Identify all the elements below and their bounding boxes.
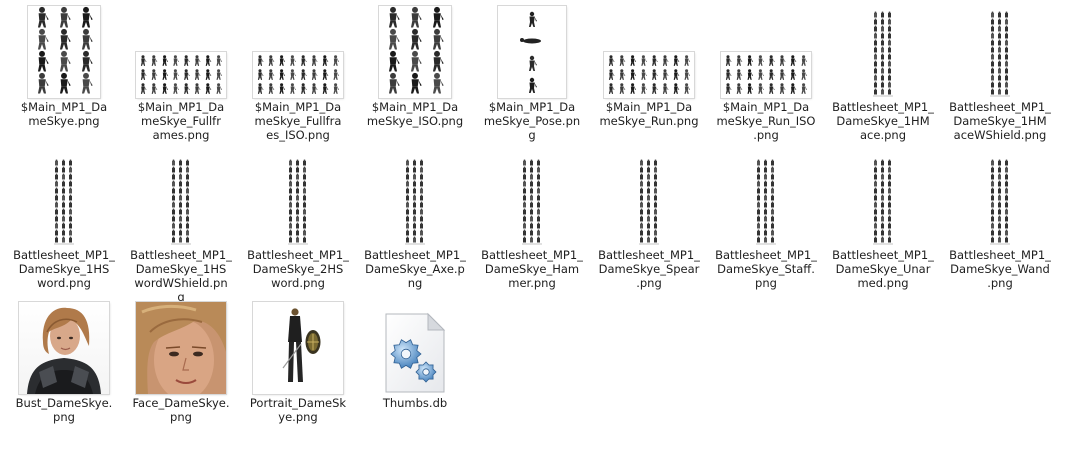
file-name-label: Battlesheet_MP1_ DameSkye_Axe.p ng	[364, 248, 466, 290]
sprite-grid-wide-thumbnail	[253, 52, 343, 98]
file-item[interactable]: Battlesheet_MP1_ DameSkye_1HM aceWShield…	[944, 6, 1056, 156]
battlesheet-thumbnail	[286, 158, 310, 246]
file-list-view[interactable]: $Main_MP1_Da meSkye.png $Main_MP1_Da meSk…	[8, 6, 1064, 446]
file-name-label: $Main_MP1_Da meSkye_Fullfr ames.png	[137, 100, 225, 142]
file-name-label: Battlesheet_MP1_ DameSkye_2HS word.png	[247, 248, 349, 290]
sprite-grid-large-thumbnail	[379, 6, 451, 98]
file-name-label: Battlesheet_MP1_ DameSkye_1HS wordWShiel…	[130, 248, 232, 304]
sprite-grid-wide-thumbnail	[136, 52, 226, 98]
file-item[interactable]: Battlesheet_MP1_ DameSkye_2HS word.png	[242, 154, 354, 304]
bust-thumbnail	[19, 302, 109, 394]
file-name-label: Portrait_DameSk ye.png	[249, 396, 347, 424]
battlesheet-thumbnail	[52, 158, 76, 246]
file-name-label: Battlesheet_MP1_ DameSkye_1HM ace.png	[832, 100, 934, 142]
battlesheet-thumbnail	[871, 10, 895, 98]
file-name-label: $Main_MP1_Da meSkye_ISO.png	[366, 100, 464, 128]
file-name-label: $Main_MP1_Da meSkye_Fullfra es_ISO.png	[254, 100, 342, 142]
file-item[interactable]: Battlesheet_MP1_ DameSkye_1HS word.png	[8, 154, 120, 304]
battlesheet-thumbnail	[520, 158, 544, 246]
file-item[interactable]: Battlesheet_MP1_ DameSkye_Axe.p ng	[359, 154, 471, 304]
file-item[interactable]: Battlesheet_MP1_ DameSkye_Staff. png	[710, 154, 822, 304]
file-item[interactable]: $Main_MP1_Da meSkye_Pose.pn g	[476, 6, 588, 156]
file-item[interactable]: $Main_MP1_Da meSkye_Run.png	[593, 6, 705, 156]
sprite-grid-wide-thumbnail	[604, 52, 694, 98]
file-item[interactable]: Battlesheet_MP1_ DameSkye_1HM ace.png	[827, 6, 939, 156]
file-name-label: $Main_MP1_Da meSkye_Pose.pn g	[483, 100, 581, 142]
file-name-label: Battlesheet_MP1_ DameSkye_Staff. png	[715, 248, 817, 290]
file-name-label: Bust_DameSkye. png	[15, 396, 113, 424]
file-name-label: Battlesheet_MP1_ DameSkye_Spear .png	[598, 248, 700, 290]
battlesheet-thumbnail	[403, 158, 427, 246]
file-item[interactable]: Battlesheet_MP1_ DameSkye_Ham mer.png	[476, 154, 588, 304]
file-item[interactable]: Battlesheet_MP1_ DameSkye_1HS wordWShiel…	[125, 154, 237, 304]
file-name-label: Thumbs.db	[382, 396, 448, 410]
file-item[interactable]: Battlesheet_MP1_ DameSkye_Unar med.png	[827, 154, 939, 304]
file-item[interactable]: $Main_MP1_Da meSkye_ISO.png	[359, 6, 471, 156]
file-item[interactable]: Portrait_DameSk ye.png	[242, 302, 354, 452]
battlesheet-thumbnail	[988, 10, 1012, 98]
sprite-grid-wide-thumbnail	[721, 52, 811, 98]
battlesheet-thumbnail	[637, 158, 661, 246]
sprite-grid-large-thumbnail	[28, 6, 100, 98]
file-item[interactable]: Battlesheet_MP1_ DameSkye_Spear .png	[593, 154, 705, 304]
battlesheet-thumbnail	[988, 158, 1012, 246]
file-item[interactable]: $Main_MP1_Da meSkye_Fullfr ames.png	[125, 6, 237, 156]
file-name-label: Face_DameSkye. png	[132, 396, 230, 424]
file-item[interactable]: $Main_MP1_Da meSkye.png	[8, 6, 120, 156]
file-name-label: Battlesheet_MP1_ DameSkye_Ham mer.png	[481, 248, 583, 290]
face-thumbnail	[136, 302, 226, 394]
file-item[interactable]: Face_DameSkye. png	[125, 302, 237, 452]
battlesheet-thumbnail	[169, 158, 193, 246]
file-item[interactable]: Battlesheet_MP1_ DameSkye_Wand .png	[944, 154, 1056, 304]
battlesheet-thumbnail	[754, 158, 778, 246]
battlesheet-thumbnail	[871, 158, 895, 246]
portrait-thumbnail	[253, 302, 343, 394]
file-name-label: Battlesheet_MP1_ DameSkye_Wand .png	[949, 248, 1051, 290]
settings-file-icon	[380, 312, 450, 394]
sprite-pose-thumbnail	[498, 6, 566, 98]
file-name-label: $Main_MP1_Da meSkye.png	[20, 100, 108, 128]
file-name-label: $Main_MP1_Da meSkye_Run.png	[599, 100, 699, 128]
file-item[interactable]: $Main_MP1_Da meSkye_Run_ISO .png	[710, 6, 822, 156]
file-item[interactable]: Bust_DameSkye. png	[8, 302, 120, 452]
file-name-label: $Main_MP1_Da meSkye_Run_ISO .png	[716, 100, 816, 142]
file-name-label: Battlesheet_MP1_ DameSkye_1HS word.png	[13, 248, 115, 290]
file-item[interactable]: $Main_MP1_Da meSkye_Fullfra es_ISO.png	[242, 6, 354, 156]
file-name-label: Battlesheet_MP1_ DameSkye_1HM aceWShield…	[949, 100, 1051, 142]
file-name-label: Battlesheet_MP1_ DameSkye_Unar med.png	[832, 248, 934, 290]
file-item[interactable]: Thumbs.db	[359, 302, 471, 452]
